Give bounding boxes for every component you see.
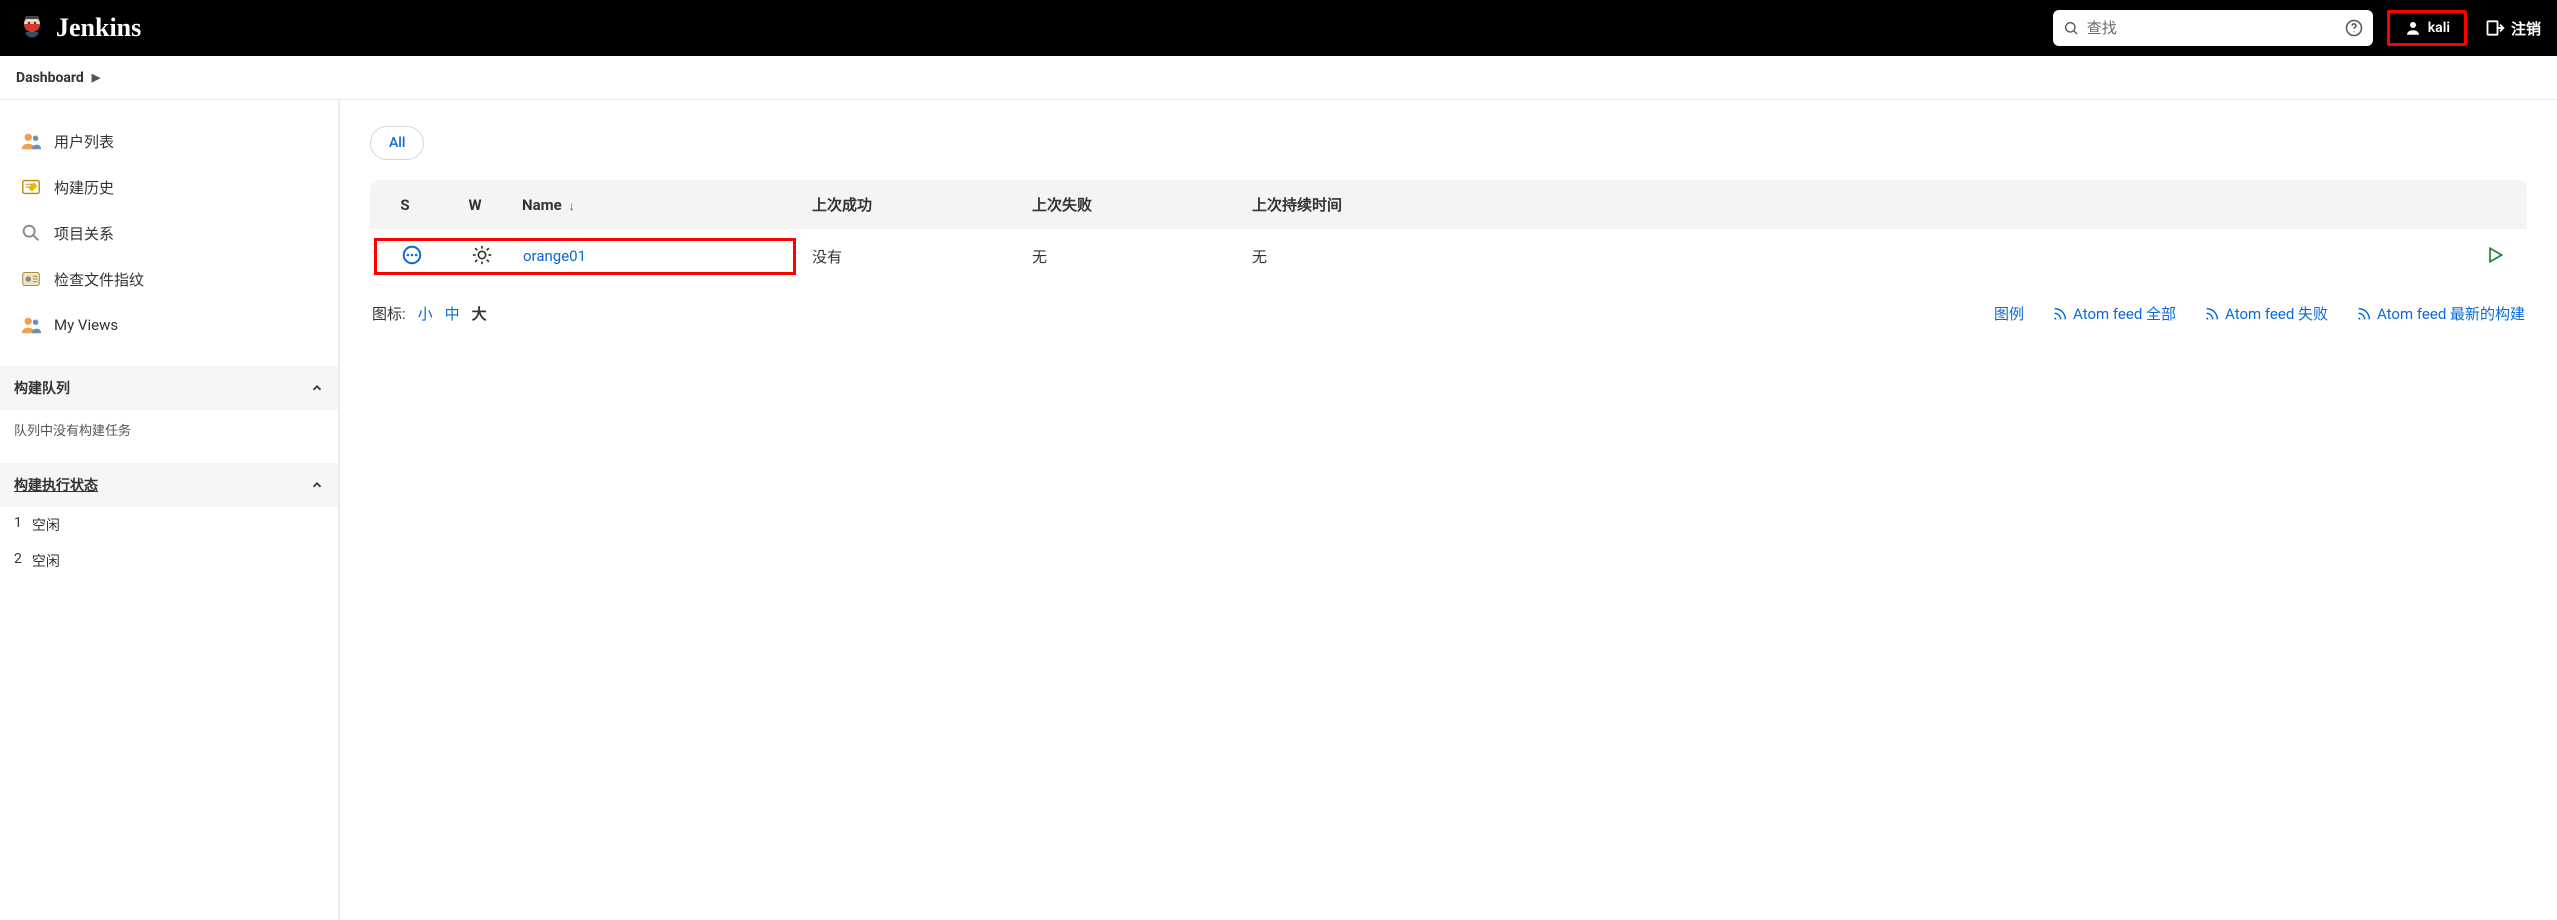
chevron-up-icon[interactable] (310, 478, 324, 492)
col-header-actions (1570, 180, 2527, 229)
feed-links: 图例 Atom feed 全部 At (1994, 303, 2525, 324)
schedule-build-icon[interactable] (2483, 243, 2507, 267)
account-link[interactable]: kali (2387, 10, 2467, 46)
layout: 用户列表 构建历史 (0, 100, 2557, 920)
view-tabs: All (370, 126, 2527, 160)
sidebar-item-users[interactable]: 用户列表 (8, 118, 330, 164)
rss-icon (2052, 306, 2068, 322)
build-queue-title[interactable]: 构建队列 (14, 378, 70, 398)
executor-item: 1 空闲 (0, 507, 338, 543)
col-header-name[interactable]: Name ↓ (510, 180, 800, 229)
rss-icon (2356, 306, 2372, 322)
help-icon[interactable] (2345, 19, 2363, 37)
sidebar-item-fingerprint[interactable]: 检查文件指纹 (8, 256, 330, 302)
sidebar: 用户列表 构建历史 (0, 100, 340, 920)
side-nav: 用户列表 构建历史 (0, 118, 338, 348)
breadcrumb: Dashboard ▶ (0, 56, 2557, 100)
atom-feed-failures[interactable]: Atom feed 失败 (2204, 303, 2328, 324)
brand-text: Jenkins (56, 13, 141, 43)
job-name-link[interactable]: orange01 (523, 247, 586, 265)
build-queue-empty: 队列中没有构建任务 (0, 410, 338, 445)
sidebar-item-label: 用户列表 (54, 131, 114, 152)
weather-sunny-icon[interactable] (470, 243, 494, 267)
logout-link[interactable]: 注销 (2485, 18, 2541, 39)
atom-feed-latest[interactable]: Atom feed 最新的构建 (2356, 303, 2525, 324)
people-icon (20, 314, 42, 336)
col-header-last-success[interactable]: 上次成功 (800, 180, 1020, 229)
executor-status-title[interactable]: 构建执行状态 (14, 475, 98, 495)
sidebar-item-my-views[interactable]: My Views (8, 302, 330, 348)
top-header: Jenkins kali (0, 0, 2557, 56)
notepad-icon (20, 176, 42, 198)
table-row: orange01 没有 无 无 (370, 229, 2527, 283)
icon-size-group: 图标: 小 中 大 (372, 303, 487, 324)
logout-icon (2485, 18, 2505, 38)
user-icon (2404, 19, 2422, 37)
sidebar-section-build-queue[interactable]: 构建队列 (0, 366, 338, 410)
col-header-last-duration[interactable]: 上次持续时间 (1240, 180, 1570, 229)
search-doc-icon (20, 222, 42, 244)
legend-link[interactable]: 图例 (1994, 303, 2024, 324)
breadcrumb-item[interactable]: Dashboard (16, 70, 84, 86)
highlighted-job-cells: orange01 (374, 238, 796, 275)
executor-number: 2 (14, 551, 22, 571)
sidebar-item-build-history[interactable]: 构建历史 (8, 164, 330, 210)
search-box[interactable] (2053, 10, 2373, 46)
col-header-weather[interactable]: W (440, 180, 510, 229)
cell-last-success: 没有 (800, 229, 1020, 283)
tab-all[interactable]: All (370, 126, 424, 160)
jenkins-logo-icon (16, 12, 48, 44)
rss-icon (2204, 306, 2220, 322)
table-footer: 图标: 小 中 大 图例 Atom feed 全部 (370, 299, 2527, 328)
brand[interactable]: Jenkins (16, 12, 141, 44)
executor-number: 1 (14, 515, 22, 535)
sidebar-item-label: My Views (54, 316, 118, 334)
user-name: kali (2428, 20, 2450, 36)
sidebar-section-executor-status[interactable]: 构建执行状态 (0, 463, 338, 507)
executor-state: 空闲 (32, 551, 60, 571)
search-icon (2063, 20, 2079, 36)
cell-last-duration: 无 (1240, 229, 1570, 283)
status-notbuilt-icon[interactable] (400, 243, 424, 267)
main-content: All S W Name ↓ 上次成功 上次失败 上次持续时间 (340, 100, 2557, 920)
sort-down-icon: ↓ (566, 199, 575, 213)
search-input[interactable] (2087, 20, 2337, 37)
executor-state: 空闲 (32, 515, 60, 535)
sidebar-item-project-relationship[interactable]: 项目关系 (8, 210, 330, 256)
col-header-last-failure[interactable]: 上次失败 (1020, 180, 1240, 229)
executor-item: 2 空闲 (0, 543, 338, 579)
cell-last-failure: 无 (1020, 229, 1240, 283)
chevron-up-icon[interactable] (310, 381, 324, 395)
people-icon (20, 130, 42, 152)
icon-size-medium[interactable]: 中 (445, 303, 460, 324)
atom-feed-all[interactable]: Atom feed 全部 (2052, 303, 2176, 324)
sidebar-item-label: 构建历史 (54, 177, 114, 198)
icon-size-large[interactable]: 大 (472, 303, 487, 324)
jobs-table: S W Name ↓ 上次成功 上次失败 上次持续时间 (370, 180, 2527, 283)
col-header-status[interactable]: S (370, 180, 440, 229)
icon-size-label: 图标: (372, 303, 406, 324)
fingerprint-icon (20, 268, 42, 290)
sidebar-item-label: 检查文件指纹 (54, 269, 144, 290)
header-right: kali 注销 (2387, 10, 2541, 46)
icon-size-small[interactable]: 小 (418, 303, 433, 324)
chevron-right-icon[interactable]: ▶ (92, 71, 100, 84)
logout-label: 注销 (2511, 18, 2541, 39)
table-header-row: S W Name ↓ 上次成功 上次失败 上次持续时间 (370, 180, 2527, 229)
sidebar-item-label: 项目关系 (54, 223, 114, 244)
